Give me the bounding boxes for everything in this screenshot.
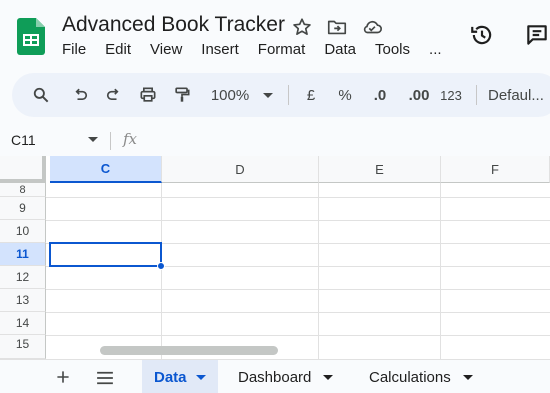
search-menus-button[interactable]	[30, 83, 52, 107]
decrease-decimal-button[interactable]: .0	[367, 83, 393, 107]
column-gridline	[161, 183, 162, 359]
print-button[interactable]	[137, 83, 159, 107]
redo-icon	[106, 88, 119, 100]
row-header-10[interactable]: 10	[0, 220, 46, 243]
zoom-dropdown-button[interactable]	[262, 83, 274, 107]
increase-decimal-label: .00	[408, 86, 430, 104]
document-title[interactable]: Advanced Book Tracker	[62, 13, 285, 37]
chevron-down-icon[interactable]	[195, 374, 206, 380]
row-header-14[interactable]: 14	[0, 312, 46, 335]
row-header-8[interactable]: 8	[0, 183, 46, 197]
decrease-decimal-label: .0	[373, 86, 387, 104]
list-icon	[97, 371, 113, 385]
row-gridline	[46, 335, 550, 336]
fill-handle[interactable]	[157, 262, 165, 270]
paint-format-button[interactable]	[171, 83, 193, 107]
horizontal-scrollbar[interactable]	[100, 346, 278, 355]
toolbar-divider	[288, 85, 289, 105]
row-gridline	[46, 312, 550, 313]
toolbar: 100% £ % .0 .00 123 Defaul...	[12, 73, 550, 117]
sheet-tab-data[interactable]: Data	[142, 360, 218, 393]
star-icon[interactable]	[291, 16, 313, 38]
row-header-9[interactable]: 9	[0, 197, 46, 220]
column-header-f[interactable]: F	[441, 156, 550, 183]
formula-bar-divider	[110, 132, 111, 150]
menu-bar: File Edit View Insert Format Data Tools …	[62, 41, 461, 58]
column-gridline	[440, 183, 441, 359]
row-header-15[interactable]: 15	[0, 335, 46, 359]
undo-icon	[75, 88, 88, 100]
menu-format[interactable]: Format	[258, 41, 306, 58]
print-icon	[140, 87, 156, 102]
toolbar-divider	[476, 85, 477, 105]
chevron-down-icon[interactable]	[462, 374, 473, 380]
row-gridline	[46, 220, 550, 221]
header: Advanced Book Tracker File Edit View Ins…	[0, 0, 550, 68]
spreadsheet-app: Advanced Book Tracker File Edit View Ins…	[0, 0, 550, 393]
zoom-select[interactable]: 100%	[208, 83, 252, 107]
sheet-tab-label: Data	[154, 368, 187, 386]
undo-button[interactable]	[69, 83, 91, 107]
more-formats-button[interactable]: 123	[437, 83, 465, 107]
column-header-c[interactable]: C	[50, 156, 162, 183]
menu-view[interactable]: View	[150, 41, 182, 58]
row-header-11[interactable]: 11	[0, 243, 46, 266]
sheet-tab-bar: Data Dashboard Calculations	[0, 359, 550, 393]
column-header-e[interactable]: E	[319, 156, 441, 183]
menu-tools[interactable]: Tools	[375, 41, 410, 58]
version-history-icon[interactable]	[469, 22, 495, 48]
increase-decimal-button[interactable]: .00	[403, 83, 435, 107]
column-gridline	[318, 183, 319, 359]
move-folder-icon[interactable]	[326, 16, 348, 38]
row-header-12[interactable]: 12	[0, 266, 46, 289]
comments-icon[interactable]	[524, 22, 550, 48]
paint-format-icon	[175, 87, 190, 102]
cloud-saved-icon[interactable]	[361, 16, 383, 38]
name-box-dropdown-icon[interactable]	[88, 137, 98, 142]
menu-file[interactable]: File	[62, 41, 86, 58]
sheets-logo-icon[interactable]	[17, 18, 45, 55]
font-select[interactable]: Defaul...	[488, 83, 550, 107]
sheet-tab-label: Dashboard	[238, 368, 312, 386]
row-gridline	[46, 197, 550, 198]
percent-format-button[interactable]: %	[334, 83, 356, 107]
name-box[interactable]: C11	[11, 132, 36, 148]
active-cell-c11[interactable]	[49, 242, 162, 267]
select-all-corner[interactable]	[0, 156, 46, 183]
formula-bar: C11 fx	[0, 125, 550, 156]
menu-edit[interactable]: Edit	[105, 41, 131, 58]
all-sheets-button[interactable]	[96, 369, 114, 390]
menu-insert[interactable]: Insert	[201, 41, 239, 58]
currency-format-button[interactable]: £	[300, 83, 322, 107]
fx-icon: fx	[123, 130, 138, 148]
formula-input[interactable]	[150, 130, 545, 152]
sheet-tab-label: Calculations	[369, 368, 451, 386]
search-icon	[33, 87, 49, 103]
menu-data[interactable]: Data	[324, 41, 356, 58]
sheet-tab-dashboard[interactable]: Dashboard	[226, 360, 345, 393]
spreadsheet-grid[interactable]: C D E F 8 9 10 11 12 13 14 15	[0, 156, 550, 359]
column-header-d[interactable]: D	[162, 156, 319, 183]
plus-icon	[57, 371, 69, 383]
redo-button[interactable]	[103, 83, 125, 107]
chevron-down-icon	[263, 93, 273, 98]
sheet-tab-calculations[interactable]: Calculations	[357, 360, 485, 393]
row-header-13[interactable]: 13	[0, 289, 46, 312]
add-sheet-button[interactable]	[55, 365, 71, 391]
menu-more[interactable]: ...	[429, 41, 442, 58]
chevron-down-icon[interactable]	[323, 374, 334, 380]
row-gridline	[46, 289, 550, 290]
